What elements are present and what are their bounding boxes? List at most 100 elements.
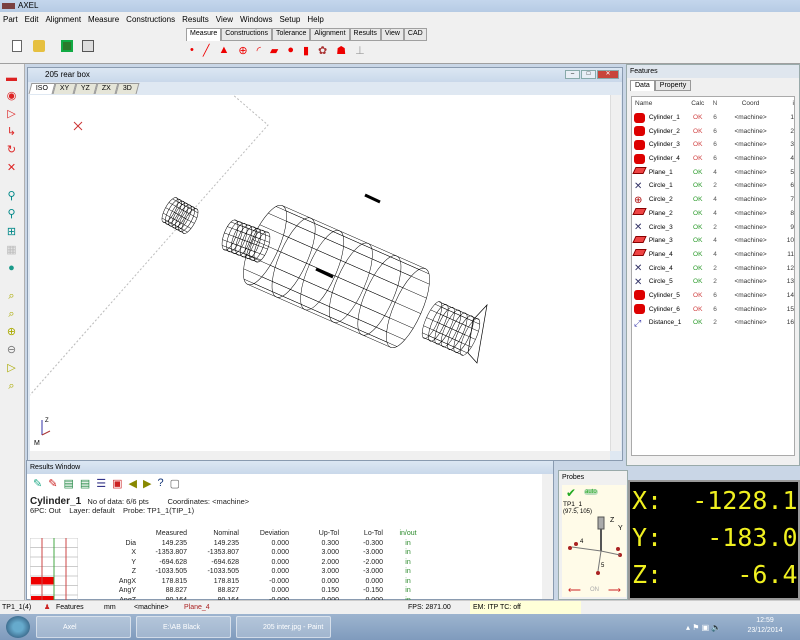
auto-button[interactable]: auto: [584, 489, 598, 495]
tab-constructions[interactable]: Constructions: [221, 28, 273, 41]
cad-viewport[interactable]: Z M: [30, 95, 610, 451]
save-icon[interactable]: [61, 40, 73, 52]
table-icon[interactable]: ▦: [5, 244, 18, 257]
cylinder-icon[interactable]: ▮: [303, 44, 309, 57]
tab-results[interactable]: Results: [349, 28, 381, 41]
report2-icon[interactable]: ▤: [80, 477, 90, 490]
arc-icon[interactable]: ◜: [257, 44, 261, 57]
tray-icons[interactable]: ▴ ⚑ ▣ 🔈: [686, 623, 721, 632]
pen-icon[interactable]: ✎: [48, 477, 57, 490]
prev-icon[interactable]: ◀: [129, 477, 137, 490]
sphere-shade-icon[interactable]: ●: [5, 262, 18, 275]
tab-data[interactable]: Data: [630, 80, 655, 91]
feature-row[interactable]: Cylinder_2 OK 6 <machine> 2: [632, 124, 794, 138]
check-icon[interactable]: ✔: [566, 486, 576, 500]
tab-alignment[interactable]: Alignment: [310, 28, 350, 41]
arrow-right-icon[interactable]: ⟶: [608, 585, 621, 596]
cone-icon[interactable]: ▲: [218, 44, 229, 57]
menu-edit[interactable]: Edit: [25, 12, 39, 28]
feature-row[interactable]: Plane_3 OK 4 <machine> 10: [632, 234, 794, 248]
menu-constructions[interactable]: Constructions: [126, 12, 175, 28]
feature-row[interactable]: ⊕ Circle_2 OK 4 <machine> 7: [632, 193, 794, 207]
arrow-left-icon[interactable]: ⟵: [568, 585, 581, 596]
zoom-window-icon[interactable]: ⌕: [5, 290, 18, 303]
tab-measure[interactable]: Measure: [186, 28, 222, 41]
menu-alignment[interactable]: Alignment: [45, 12, 81, 28]
pan-icon[interactable]: ▷: [5, 362, 18, 375]
erase-icon[interactable]: ▬: [5, 72, 18, 85]
feature-name: Circle_3: [648, 223, 673, 231]
tab-property[interactable]: Property: [654, 80, 692, 91]
clock-date[interactable]: 23/12/2014: [740, 627, 790, 634]
export-icon[interactable]: ▣: [112, 477, 122, 490]
line-icon[interactable]: ╱: [203, 44, 210, 57]
menu-part[interactable]: Part: [3, 12, 18, 28]
probe-icon[interactable]: ✿: [318, 44, 327, 57]
delete-icon[interactable]: ✕: [5, 162, 18, 175]
tab-cad[interactable]: CAD: [403, 28, 427, 41]
menu-measure[interactable]: Measure: [88, 12, 119, 28]
step-icon[interactable]: ↳: [5, 126, 18, 139]
point-icon[interactable]: •: [190, 44, 194, 57]
task-axel[interactable]: Axel: [36, 616, 131, 638]
redo-icon[interactable]: ↻: [5, 144, 18, 157]
zoom-in-icon[interactable]: ⊕: [5, 326, 18, 339]
menu-results[interactable]: Results: [182, 12, 209, 28]
next-icon[interactable]: ▶: [143, 477, 151, 490]
close-button[interactable]: ✕: [597, 70, 619, 79]
open-folder-icon[interactable]: [33, 40, 45, 52]
menu-setup[interactable]: Setup: [279, 12, 300, 28]
features-title: Features: [627, 65, 799, 78]
group-icon[interactable]: ⚲: [5, 208, 18, 221]
clock-time[interactable]: 12:59: [740, 617, 790, 624]
zoom-fit-icon[interactable]: ⌕: [5, 308, 18, 321]
frame-icon[interactable]: ⊞: [5, 226, 18, 239]
feature-row[interactable]: Plane_2 OK 4 <machine> 8: [632, 207, 794, 221]
feature-row[interactable]: Plane_4 OK 4 <machine> 11: [632, 248, 794, 262]
target-icon[interactable]: ◉: [5, 90, 18, 103]
task-explorer[interactable]: E:\AB Black: [136, 616, 231, 638]
feature-row[interactable]: ✕ Circle_3 OK 2 <machine> 9: [632, 220, 794, 234]
menu-view[interactable]: View: [216, 12, 233, 28]
plane-icon[interactable]: ▰: [270, 44, 278, 57]
new-file-icon[interactable]: [12, 40, 22, 52]
window-icon[interactable]: ▢: [170, 477, 180, 490]
play-icon[interactable]: ▷: [5, 108, 18, 121]
tab-view[interactable]: View: [380, 28, 404, 41]
results-cell: -1353.807: [207, 549, 239, 556]
feature-row[interactable]: Cylinder_1 OK 6 <machine> 1: [632, 111, 794, 125]
report-icon[interactable]: ▤: [63, 477, 73, 490]
feature-row[interactable]: ⤢ Distance_1 OK 2 <machine> 16: [632, 316, 794, 330]
circle-icon[interactable]: ⊕: [238, 44, 247, 57]
feature-row[interactable]: Cylinder_4 OK 6 <machine> 4: [632, 152, 794, 166]
list-icon[interactable]: ☰: [96, 477, 106, 490]
menu-help[interactable]: Help: [307, 12, 323, 28]
minimize-button[interactable]: –: [565, 70, 580, 79]
start-button[interactable]: [6, 616, 30, 638]
print-preview-icon[interactable]: [82, 40, 94, 52]
maximize-button[interactable]: □: [581, 70, 596, 79]
feature-row[interactable]: ✕ Circle_4 OK 2 <machine> 12: [632, 261, 794, 275]
menu-windows[interactable]: Windows: [240, 12, 272, 28]
zoom-all-icon[interactable]: ⌕: [5, 380, 18, 393]
sphere-icon[interactable]: ●: [287, 44, 294, 57]
stylus-icon[interactable]: ⊥: [355, 44, 365, 57]
feature-row[interactable]: Cylinder_5 OK 6 <machine> 14: [632, 289, 794, 303]
tab-3d[interactable]: 3D: [115, 83, 140, 94]
feature-row[interactable]: Cylinder_3 OK 6 <machine> 3: [632, 138, 794, 152]
edit-icon[interactable]: ✎: [33, 477, 42, 490]
results-scrollbar[interactable]: [542, 474, 553, 599]
feature-filter-icon[interactable]: ⚲: [5, 190, 18, 203]
zoom-out-icon[interactable]: ⊖: [5, 344, 18, 357]
help-icon[interactable]: ?: [157, 477, 163, 490]
feature-row[interactable]: Cylinder_6 OK 6 <machine> 15: [632, 302, 794, 316]
feature-row[interactable]: ✕ Circle_5 OK 2 <machine> 13: [632, 275, 794, 289]
cad-vertical-scrollbar[interactable]: [610, 95, 621, 451]
task-paint[interactable]: 205 inter.jpg - Paint: [236, 616, 331, 638]
feature-row[interactable]: Plane_1 OK 4 <machine> 5: [632, 165, 794, 179]
feature-row[interactable]: ✕ Circle_1 OK 2 <machine> 6: [632, 179, 794, 193]
cad-horizontal-scrollbar[interactable]: [30, 451, 610, 460]
tab-iso[interactable]: ISO: [28, 83, 56, 94]
tab-tolerance[interactable]: Tolerance: [272, 28, 311, 41]
torus-icon[interactable]: ☗: [336, 44, 346, 57]
